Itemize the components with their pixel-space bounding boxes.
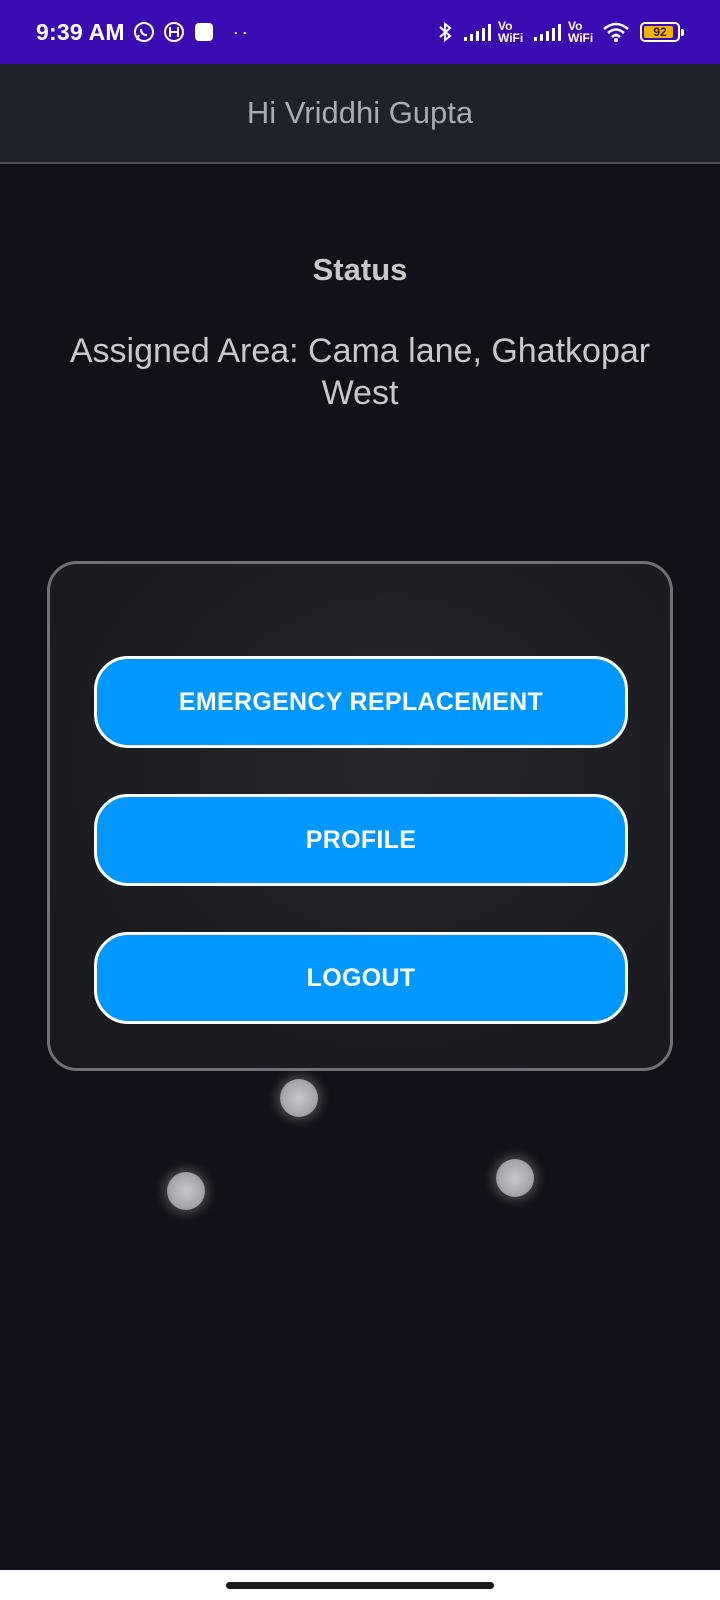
decorative-dot xyxy=(496,1159,534,1197)
decorative-dot xyxy=(167,1172,205,1210)
assigned-area-text: Assigned Area: Cama lane, Ghatkopar West xyxy=(69,332,651,412)
decorative-dot xyxy=(280,1079,318,1117)
whatsapp-icon xyxy=(133,21,155,43)
square-app-icon xyxy=(193,21,215,43)
app-bar: Hi Vriddhi Gupta xyxy=(0,64,720,164)
status-bar: 9:39 AM ·· Vo WiFi Vo WiFi 92 xyxy=(0,0,720,64)
profile-button[interactable]: PROFILE xyxy=(94,794,628,886)
system-navigation-bar xyxy=(0,1570,720,1600)
battery-icon: 92 xyxy=(640,22,684,42)
signal-icon xyxy=(462,21,492,43)
vowifi-icon: Vo WiFi xyxy=(498,19,524,45)
logout-button[interactable]: LOGOUT xyxy=(94,932,628,1024)
signal-icon xyxy=(532,21,562,43)
vowifi-icon: Vo WiFi xyxy=(568,19,594,45)
menu-card: EMERGENCY REPLACEMENT PROFILE LOGOUT xyxy=(47,561,673,1071)
status-heading: Status xyxy=(312,252,408,287)
bluetooth-icon xyxy=(434,21,456,43)
status-bar-left: 9:39 AM ·· xyxy=(36,0,251,64)
wifi-icon xyxy=(602,21,630,43)
home-gesture-handle[interactable] xyxy=(226,1582,494,1589)
app-title: Hi Vriddhi Gupta xyxy=(246,95,474,130)
status-bar-right: Vo WiFi Vo WiFi 92 xyxy=(434,0,684,64)
emergency-replacement-button[interactable]: EMERGENCY REPLACEMENT xyxy=(94,656,628,748)
battery-percent: 92 xyxy=(653,25,667,39)
status-time: 9:39 AM xyxy=(36,18,125,45)
h-circle-icon xyxy=(163,21,185,43)
overflow-dots: ·· xyxy=(232,21,251,42)
